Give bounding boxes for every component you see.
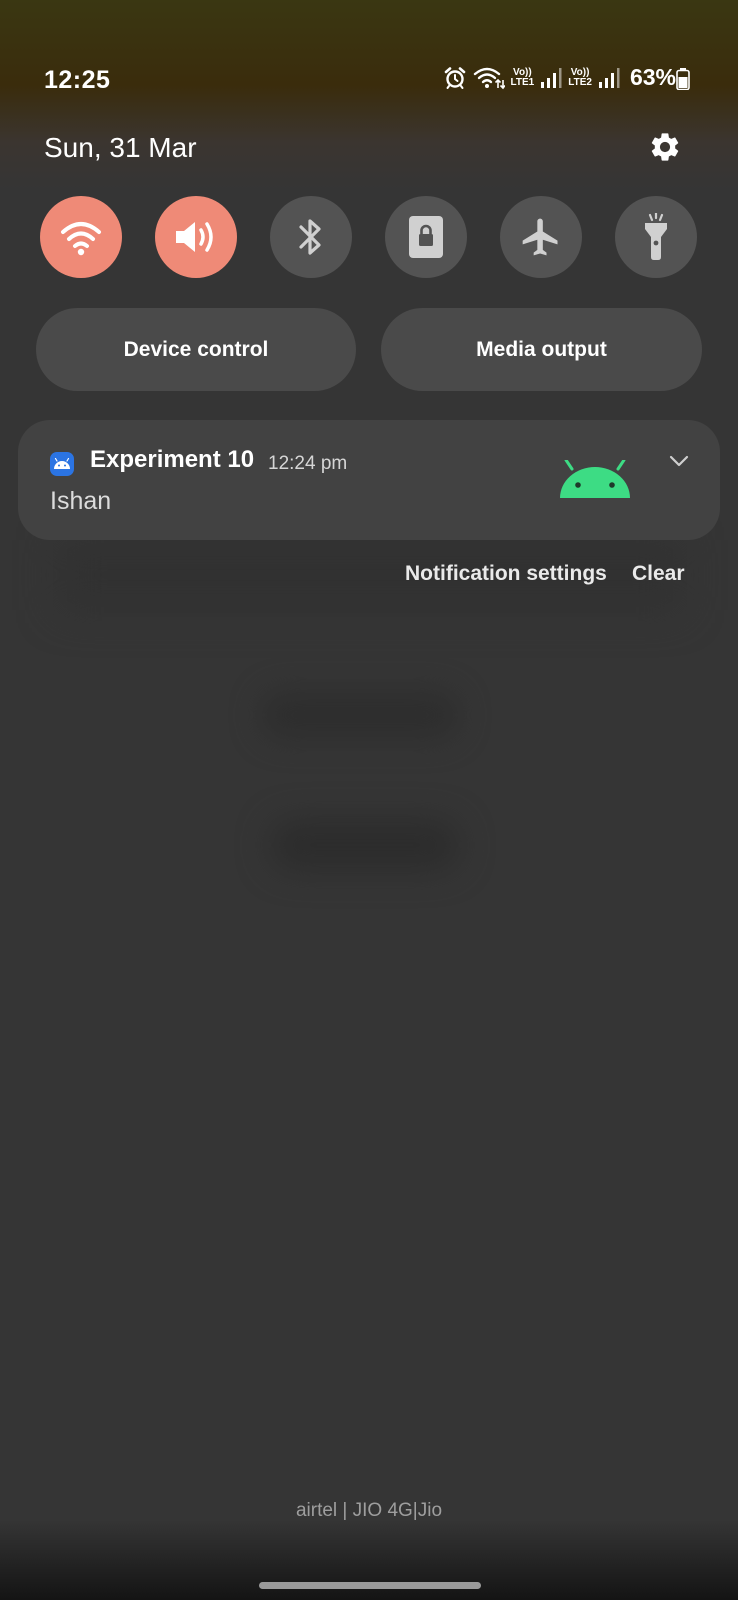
notification-app-name: Experiment 10 [90,446,255,473]
media-output-label: Media output [476,337,607,361]
sim2-volte-label: Vo)) [570,66,590,78]
blurred-background [260,690,460,740]
status-bar: 12:25 Vo)) LTE1 Vo)) LTE2 63% [0,60,738,96]
battery-icon [676,68,690,90]
battery-percent: 63% [629,64,676,90]
blurred-background [270,820,460,870]
navigation-handle[interactable] [259,1582,481,1589]
wifi-icon [473,67,505,89]
signal-icon [598,67,620,88]
flashlight-toggle[interactable] [615,196,697,278]
chevron-down-icon[interactable] [668,450,690,472]
date-label: Sun, 31 Mar [44,132,197,163]
wifi-toggle[interactable] [40,196,122,278]
sim2-network-label: LTE2 [568,76,592,88]
flashlight-icon [645,213,667,260]
media-output-button[interactable]: Media output [381,308,702,391]
volume-icon [176,222,213,252]
signal-icon [541,67,562,88]
clock: 12:25 [44,66,111,94]
alarm-icon [444,66,465,89]
bluetooth-toggle[interactable] [270,196,352,278]
android-icon [50,452,74,476]
rotation-lock-toggle[interactable] [385,196,467,278]
sim1-volte-badge: Vo)) LTE1 [510,66,535,88]
sim1-volte-label: Vo)) [513,66,532,78]
android-head-icon [560,460,630,498]
quick-settings-row [40,196,698,280]
clear-button[interactable]: Clear [632,562,685,586]
settings-gear-icon[interactable] [648,130,682,164]
notification-text: Ishan [50,487,112,515]
sound-toggle[interactable] [155,196,237,278]
wifi-icon [61,222,101,256]
carrier-label: airtel | JIO 4G|Jio [295,1500,443,1521]
sim1-network-label: LTE1 [510,76,535,88]
airplane-icon [522,218,558,256]
portrait-lock-icon [409,216,443,258]
sim2-volte-badge: Vo)) LTE2 [568,66,592,88]
status-icons: Vo)) LTE1 Vo)) LTE2 63% [443,64,676,91]
airplane-mode-toggle[interactable] [500,196,582,278]
notification-card[interactable]: Experiment 10 12:24 pm Ishan [18,420,720,540]
device-control-button[interactable]: Device control [36,308,356,391]
notification-settings-button[interactable]: Notification settings [405,562,607,586]
device-control-label: Device control [123,337,269,361]
bluetooth-icon [299,219,321,255]
notification-time: 12:24 pm [268,453,348,474]
